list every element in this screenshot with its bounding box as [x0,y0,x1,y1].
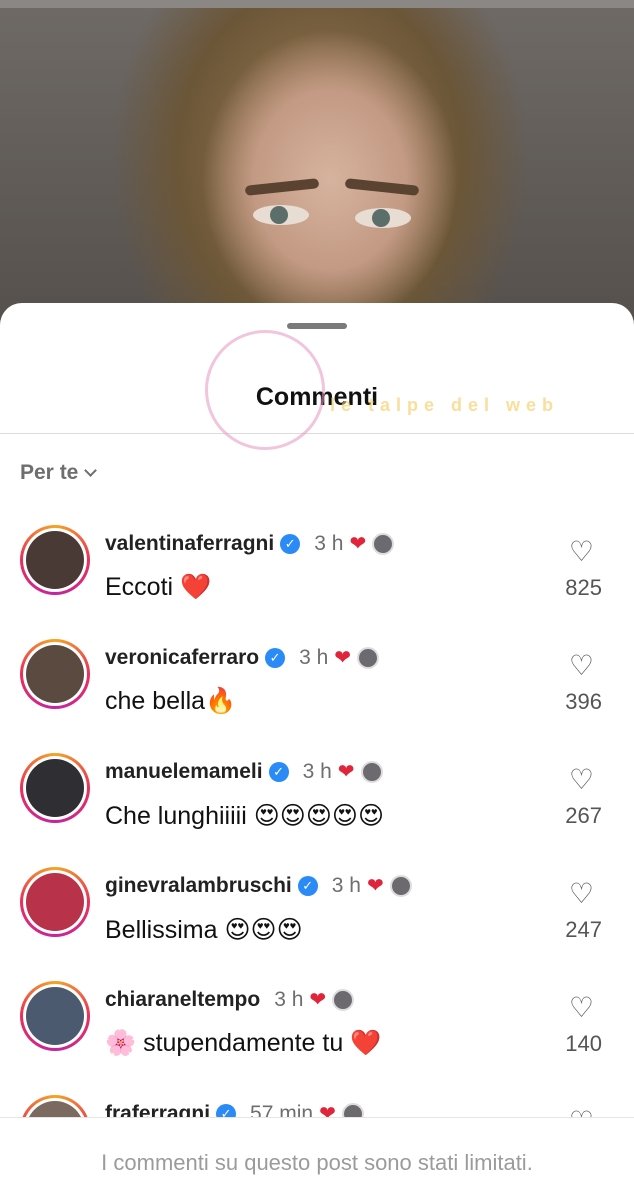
creator-liked-heart-icon: ❤ [366,875,384,897]
like-count: 267 [565,803,602,828]
post-photo [0,0,634,330]
comment-item: manuelemameli ✓ 3 h ❤ Che lunghiiiii 😍😍😍… [0,753,634,863]
drag-handle[interactable] [287,323,347,329]
heart-outline-icon[interactable]: ♡ [569,991,594,1024]
comment-time: 3 h [274,987,304,1011]
creator-mini-avatar [372,532,395,555]
comment-time: 3 h [302,759,332,783]
verified-badge-icon: ✓ [268,761,289,782]
comment-item: veronicaferraro ✓ 3 h ❤ che bella🔥 ♡ 396 [0,639,634,749]
avatar[interactable] [20,981,90,1051]
comment-username[interactable]: chiaraneltempo [105,988,260,1012]
creator-mini-avatar [357,646,380,669]
verified-badge-icon: ✓ [297,875,318,896]
like-count: 825 [565,575,602,600]
comment-username[interactable]: manuelemameli [105,760,263,784]
comment-text: 🌸 stupendamente tu ❤️ [105,1029,382,1057]
creator-mini-avatar [360,760,383,783]
eye-left [253,205,309,225]
creator-liked-heart-icon: ❤ [349,533,367,555]
comments-sheet: Commenti Per te valentinaferragni ✓ 3 h … [0,303,634,1200]
comment-time: 3 h [314,531,344,555]
filter-dropdown[interactable]: Per te [20,461,98,485]
creator-liked-heart-icon: ❤ [309,989,327,1011]
comment-item: valentinaferragni ✓ 3 h ❤ Eccoti ❤️ ♡ 82… [0,525,634,635]
sheet-title: Commenti [255,383,379,411]
comment-time: 3 h [299,645,329,669]
creator-mini-avatar [332,988,355,1011]
filter-label: Per te [20,461,79,484]
status-strip [0,0,634,8]
comment-item: ginevralambruschi ✓ 3 h ❤ Bellissima 😍😍😍… [0,867,634,977]
verified-badge-icon: ✓ [280,533,301,554]
like-count: 140 [565,1031,602,1056]
avatar[interactable] [20,867,90,937]
creator-liked-heart-icon: ❤ [334,647,352,669]
comment-text: Che lunghiiiii 😍😍😍😍😍 [105,802,385,830]
comment-time: 3 h [331,873,361,897]
eye-right [355,208,411,228]
comment-item: chiaraneltempo 3 h ❤ 🌸 stupendamente tu … [0,981,634,1091]
heart-outline-icon[interactable]: ♡ [569,877,594,910]
avatar[interactable] [20,525,90,595]
comment-username[interactable]: valentinaferragni [105,532,274,556]
brow-left [244,178,320,196]
verified-badge-icon: ✓ [265,647,286,668]
comments-limited-notice: I commenti su questo post sono stati lim… [101,1150,533,1175]
comment-username[interactable]: ginevralambruschi [105,874,292,898]
like-count: 247 [565,917,602,942]
like-count: 396 [565,689,602,714]
avatar[interactable] [20,639,90,709]
comment-text: Bellissima 😍😍😍 [105,916,303,944]
comments-limited-bar: I commenti su questo post sono stati lim… [0,1117,634,1200]
chevron-down-icon [84,463,98,477]
heart-outline-icon[interactable]: ♡ [569,649,594,682]
comment-text: che bella🔥 [105,687,237,715]
comment-username[interactable]: veronicaferraro [105,646,259,670]
header-divider [0,433,634,434]
brow-right [344,178,420,196]
heart-outline-icon[interactable]: ♡ [569,535,594,568]
comment-text: Eccoti ❤️ [105,573,212,601]
heart-outline-icon[interactable]: ♡ [569,763,594,796]
avatar[interactable] [20,753,90,823]
creator-mini-avatar [389,874,412,897]
creator-liked-heart-icon: ❤ [337,761,355,783]
